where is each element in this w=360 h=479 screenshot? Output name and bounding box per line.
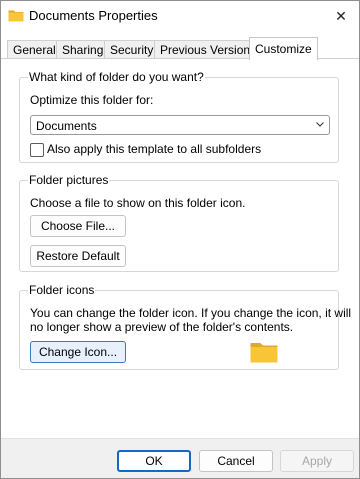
folder-icons-group: Folder icons You can change the folder i… [19, 283, 351, 370]
window-title: Documents Properties [29, 8, 158, 23]
close-button[interactable]: ✕ [323, 1, 359, 31]
folder-icon [8, 10, 24, 22]
optimize-label: Optimize this folder for: [30, 93, 154, 107]
cancel-button[interactable]: Cancel [199, 450, 273, 472]
folder-icons-group-title: Folder icons [28, 283, 96, 297]
apply-subfolders-label: Also apply this template to all subfolde… [47, 142, 262, 156]
title-bar: Documents Properties ✕ [1, 1, 359, 31]
chevron-down-icon [316, 122, 324, 127]
change-icon-button[interactable]: Change Icon... [30, 341, 126, 363]
folder-pictures-description: Choose a file to show on this folder ico… [30, 196, 246, 210]
restore-default-button[interactable]: Restore Default [30, 245, 126, 267]
apply-button[interactable]: Apply [280, 450, 354, 472]
tab-general[interactable]: General [7, 40, 62, 59]
tab-previous-versions[interactable]: Previous Versions [154, 40, 263, 59]
optimize-folder-select[interactable]: Documents [30, 115, 330, 135]
properties-dialog: Documents Properties ✕ General Sharing S… [0, 0, 360, 479]
tab-customize[interactable]: Customize [249, 37, 318, 60]
dialog-footer: OK Cancel Apply [1, 438, 359, 478]
folder-icons-description-line2: no longer show a preview of the folder's… [30, 320, 294, 334]
tab-strip: General Sharing Security Previous Versio… [1, 31, 359, 60]
folder-pictures-group-title: Folder pictures [28, 173, 110, 187]
optimize-folder-value: Documents [36, 119, 97, 133]
folder-type-group: What kind of folder do you want? Optimiz… [19, 70, 339, 163]
customize-tab-panel: What kind of folder do you want? Optimiz… [1, 58, 359, 439]
folder-type-group-title: What kind of folder do you want? [28, 70, 205, 84]
close-icon: ✕ [335, 7, 347, 24]
folder-pictures-group: Folder pictures Choose a file to show on… [19, 173, 339, 272]
folder-icons-description-line1: You can change the folder icon. If you c… [30, 306, 352, 320]
tab-sharing[interactable]: Sharing [56, 40, 110, 59]
folder-icon [250, 343, 278, 363]
choose-file-button[interactable]: Choose File... [30, 215, 126, 237]
tab-security[interactable]: Security [104, 40, 160, 59]
ok-button[interactable]: OK [117, 450, 191, 472]
apply-subfolders-checkbox[interactable] [30, 143, 44, 157]
